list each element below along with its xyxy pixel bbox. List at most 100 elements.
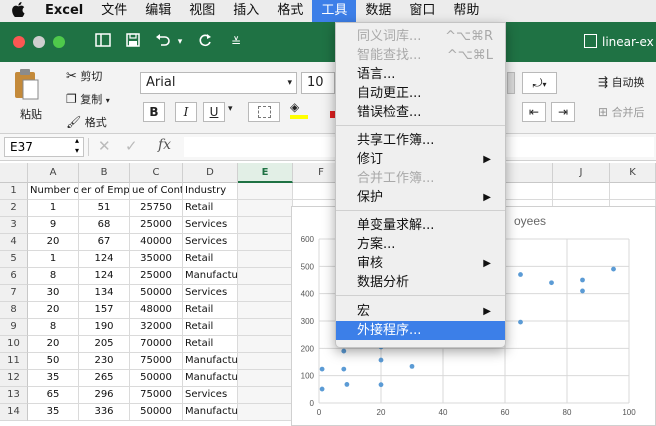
menu-item-scenarios[interactable]: 方案... [336, 235, 505, 254]
column-header-d[interactable]: D [183, 163, 238, 183]
customize-toolbar-icon[interactable]: ≚ [226, 30, 246, 54]
menu-view[interactable]: 视图 [180, 0, 224, 22]
cell-e9[interactable] [238, 319, 293, 336]
cell-d9[interactable]: Retail [183, 319, 238, 336]
font-size-select[interactable]: 10 [301, 72, 335, 94]
format-painter-button[interactable]: 🖌 格式 [66, 114, 107, 130]
cell-b4[interactable]: 67 [79, 234, 130, 251]
cut-button[interactable]: ✂ 剪切 [66, 68, 102, 84]
row-header-11[interactable]: 11 [0, 353, 28, 370]
cell-d14[interactable]: Manufacturing [183, 404, 238, 421]
column-header-b[interactable]: B [79, 163, 130, 183]
menu-item-macro[interactable]: 宏 ▶ [336, 302, 505, 321]
cell-c5[interactable]: 35000 [130, 251, 183, 268]
cell-e11[interactable] [238, 353, 293, 370]
cell-a1[interactable]: Number of [28, 183, 79, 200]
cell-c2[interactable]: 25750 [130, 200, 183, 217]
close-window-button[interactable] [13, 36, 25, 48]
italic-button[interactable]: I [175, 102, 197, 122]
row-header-2[interactable]: 2 [0, 200, 28, 217]
redo-icon[interactable] [194, 30, 216, 54]
cell-e10[interactable] [238, 336, 293, 353]
cell-a9[interactable]: 8 [28, 319, 79, 336]
copy-button[interactable]: ❐ 复制 ▾ [66, 91, 110, 107]
cell-e6[interactable] [238, 268, 293, 285]
cell-b11[interactable]: 230 [79, 353, 130, 370]
cell-a2[interactable]: 1 [28, 200, 79, 217]
cell-e3[interactable] [238, 217, 293, 234]
cell-c1[interactable]: ue of Contra [130, 183, 183, 200]
cell-d11[interactable]: Manufacturing [183, 353, 238, 370]
menu-item-error-checking[interactable]: 错误检查... [336, 103, 505, 122]
cell-c11[interactable]: 75000 [130, 353, 183, 370]
underline-button[interactable]: U [203, 102, 225, 122]
menu-item-language[interactable]: 语言... [336, 65, 505, 84]
font-name-select[interactable]: Arial ▾ [140, 72, 297, 94]
menu-data[interactable]: 数据 [356, 0, 400, 22]
row-header-5[interactable]: 5 [0, 251, 28, 268]
borders-button[interactable] [248, 102, 280, 122]
cell-d4[interactable]: Services [183, 234, 238, 251]
menu-tools[interactable]: 工具 [312, 0, 357, 22]
menu-item-track-changes[interactable]: 修订 ▶ [336, 150, 505, 169]
cell-b3[interactable]: 68 [79, 217, 130, 234]
cell-e7[interactable] [238, 285, 293, 302]
cell-j1[interactable] [553, 183, 610, 200]
cell-d10[interactable]: Retail [183, 336, 238, 353]
cell-b6[interactable]: 124 [79, 268, 130, 285]
menu-format[interactable]: 格式 [268, 0, 312, 22]
cell-e12[interactable] [238, 370, 293, 387]
cell-e1[interactable] [238, 183, 293, 200]
row-header-13[interactable]: 13 [0, 387, 28, 404]
cell-c8[interactable]: 48000 [130, 302, 183, 319]
column-header-a[interactable]: A [28, 163, 79, 183]
cell-e13[interactable] [238, 387, 293, 404]
cell-d2[interactable]: Retail [183, 200, 238, 217]
cell-c13[interactable]: 75000 [130, 387, 183, 404]
cell-b2[interactable]: 51 [79, 200, 130, 217]
column-header-e[interactable]: E [238, 163, 293, 183]
menu-item-protection[interactable]: 保护 ▶ [336, 188, 505, 207]
cell-b14[interactable]: 336 [79, 404, 130, 421]
row-header-9[interactable]: 9 [0, 319, 28, 336]
row-header-7[interactable]: 7 [0, 285, 28, 302]
cell-b7[interactable]: 134 [79, 285, 130, 302]
menu-item-autocorrect[interactable]: 自动更正... [336, 84, 505, 103]
column-header-c[interactable]: C [130, 163, 183, 183]
cell-a10[interactable]: 20 [28, 336, 79, 353]
cell-e5[interactable] [238, 251, 293, 268]
row-header-14[interactable]: 14 [0, 404, 28, 421]
cell-a4[interactable]: 20 [28, 234, 79, 251]
cell-d3[interactable]: Services [183, 217, 238, 234]
row-header-4[interactable]: 4 [0, 234, 28, 251]
name-box[interactable]: E37 ▴ ▾ [4, 136, 84, 157]
menu-edit[interactable]: 编辑 [136, 0, 180, 22]
cell-a12[interactable]: 35 [28, 370, 79, 387]
cell-a13[interactable]: 65 [28, 387, 79, 404]
undo-dropdown-icon[interactable]: ▾ [174, 30, 186, 54]
cell-c10[interactable]: 70000 [130, 336, 183, 353]
cell-a3[interactable]: 9 [28, 217, 79, 234]
cell-a5[interactable]: 1 [28, 251, 79, 268]
underline-dropdown-icon[interactable]: ▾ [228, 104, 233, 114]
cell-d13[interactable]: Services [183, 387, 238, 404]
menu-app-excel[interactable]: Excel [36, 0, 92, 22]
sidebar-toggle-icon[interactable] [92, 30, 114, 54]
menu-item-add-ins[interactable]: 外接程序... [336, 321, 505, 340]
cell-d5[interactable]: Retail [183, 251, 238, 268]
copy-dropdown-icon[interactable]: ▾ [106, 96, 110, 105]
menu-item-share-workbook[interactable]: 共享工作簿... [336, 131, 505, 150]
cell-b12[interactable]: 265 [79, 370, 130, 387]
cell-c4[interactable]: 40000 [130, 234, 183, 251]
cell-d6[interactable]: Manufacturing [183, 268, 238, 285]
cell-e8[interactable] [238, 302, 293, 319]
insert-function-icon[interactable]: fx [158, 137, 171, 153]
cell-d12[interactable]: Manufacturing [183, 370, 238, 387]
cell-e2[interactable] [238, 200, 293, 217]
cell-b1[interactable]: er of Emplo [79, 183, 130, 200]
cell-a14[interactable]: 35 [28, 404, 79, 421]
row-header-1[interactable]: 1 [0, 183, 28, 200]
bold-button[interactable]: B [143, 102, 165, 122]
cell-d1[interactable]: Industry [183, 183, 238, 200]
menu-file[interactable]: 文件 [92, 0, 136, 22]
